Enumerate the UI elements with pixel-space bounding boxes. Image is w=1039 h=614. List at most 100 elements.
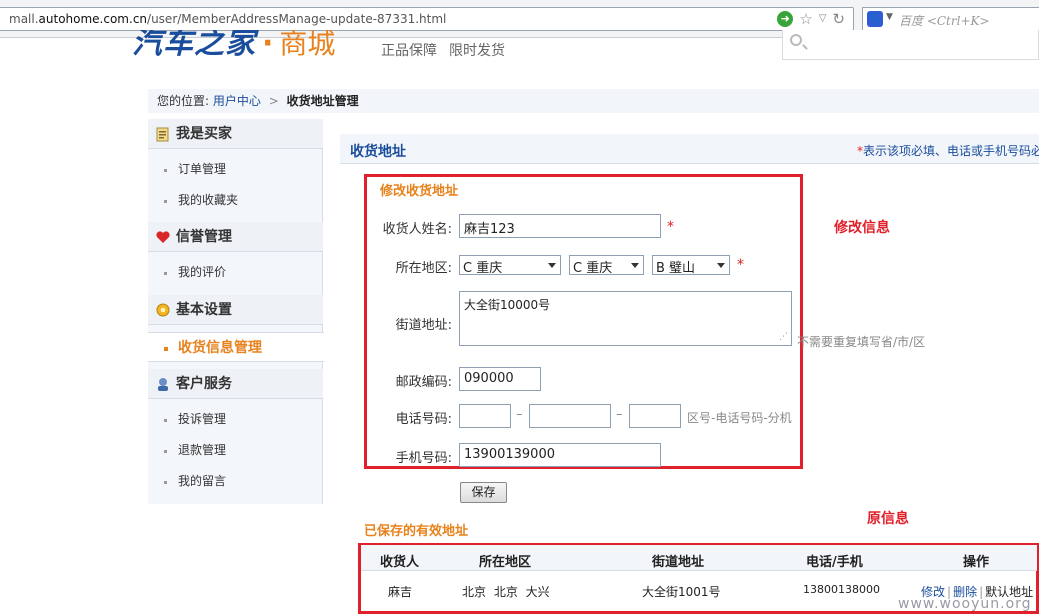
saved-section-title: 已保存的有效地址 [364, 524, 469, 539]
sidebar-item-refund[interactable]: 退款管理 [148, 435, 323, 466]
sidebar: 我是买家 订单管理 我的收藏夹 信誉管理 我的评价 基本设置 收货信息管理 客户… [148, 119, 324, 504]
url-prefix: mall. [9, 12, 39, 26]
sidebar-item-messages[interactable]: 我的留言 [148, 466, 323, 497]
clipboard-icon [156, 127, 169, 142]
sidebar-item-address[interactable]: 收货信息管理 [148, 332, 324, 362]
breadcrumb-prefix: 您的位置: [157, 94, 210, 108]
watermark: www.wooyun.org [898, 596, 1032, 612]
annotation-original: 原信息 [867, 511, 909, 527]
required-note-text: 表示该项必填、电话或手机号码必 [863, 144, 1039, 158]
chevron-down-icon [631, 263, 639, 268]
sidebar-group-credit-head[interactable]: 信誉管理 [148, 222, 323, 252]
go-icon[interactable]: ➜ [777, 11, 794, 27]
street-value: 大全街10000号 [464, 298, 551, 312]
sidebar-item-favorites[interactable]: 我的收藏夹 [148, 185, 323, 216]
customer-service-icon [158, 378, 168, 391]
url-icons: ➜ ☆ ▽ ↻ [777, 10, 845, 28]
row-region: 北京 北京 大兴 [462, 585, 550, 599]
address-bar[interactable]: mall.autohome.com.cn/user/MemberAddressM… [0, 7, 854, 31]
city-value: C 重庆 [573, 261, 613, 276]
browser-search[interactable]: 🐾 ▼ 百度 <Ctrl+K> [862, 7, 1039, 31]
province-value: C 重庆 [463, 261, 503, 276]
name-required-mark: * [667, 219, 674, 235]
column-header-region: 所在地区 [479, 555, 532, 570]
heart-icon [156, 231, 170, 243]
saved-table-header: 收货人 所在地区 街道地址 电话/手机 操作 [361, 545, 1037, 571]
city-select[interactable]: C 重庆 [569, 255, 644, 276]
breadcrumb: 您的位置: 用户中心 > 收货地址管理 [148, 89, 1039, 113]
region-label: 所在地区: [395, 261, 452, 276]
sidebar-item-orders[interactable]: 订单管理 [148, 154, 323, 185]
column-header-name: 收货人 [380, 555, 420, 570]
resize-grip-icon[interactable]: ⋰ [779, 332, 788, 342]
district-value: B 璧山 [656, 261, 696, 276]
search-placeholder: 百度 <Ctrl+K> [899, 14, 990, 28]
url-domain: autohome.com.cn [38, 12, 148, 26]
chevron-down-icon [717, 263, 725, 268]
sidebar-group-credit-label: 信誉管理 [176, 229, 232, 245]
street-hint: 不需要重复填写省/市/区 [797, 335, 926, 349]
sidebar-group-service-head[interactable]: 客户服务 [148, 369, 323, 399]
sidebar-group-buyer-label: 我是买家 [176, 126, 232, 142]
baidu-paw-icon[interactable]: 🐾 [867, 11, 883, 27]
name-label: 收货人姓名: [382, 222, 452, 237]
sidebar-group-credit: 信誉管理 我的评价 [148, 222, 323, 288]
sidebar-group-settings: 基本设置 [148, 295, 323, 325]
required-note: *表示该项必填、电话或手机号码必 [857, 142, 1039, 159]
sidebar-group-service: 客户服务 投诉管理 退款管理 我的留言 [148, 369, 323, 497]
phone-ext-input[interactable] [629, 404, 681, 428]
reload-icon[interactable]: ↻ [832, 10, 845, 28]
street-textarea[interactable]: 大全街10000号 ⋰ [459, 291, 792, 346]
breadcrumb-separator: > [268, 94, 279, 108]
url-path: /user/MemberAddressManage-update-87331.h… [147, 12, 447, 26]
column-header-actions: 操作 [963, 555, 990, 570]
sidebar-group-service-label: 客户服务 [176, 376, 232, 392]
column-header-street: 街道地址 [652, 555, 705, 570]
name-input[interactable]: 麻吉123 [459, 214, 661, 238]
engine-dropdown-icon[interactable]: ▼ [886, 12, 893, 22]
phone-dash: – [516, 407, 523, 422]
phone-area-input[interactable] [459, 404, 511, 428]
street-label: 街道地址: [395, 318, 452, 333]
breadcrumb-user-center-link[interactable]: 用户中心 [213, 94, 261, 108]
logo-sub-text: 商城 [279, 30, 336, 60]
sidebar-group-settings-head[interactable]: 基本设置 [148, 295, 323, 325]
phone-number-input[interactable] [529, 404, 611, 428]
site-logo[interactable]: 汽车之家 · 商城 [132, 30, 335, 70]
row-phone: 13800138000 [803, 583, 880, 596]
column-header-phone: 电话/手机 [806, 555, 863, 570]
gear-icon [156, 303, 170, 317]
sidebar-item-complaint[interactable]: 投诉管理 [148, 404, 323, 435]
chevron-down-icon [548, 263, 556, 268]
zip-label: 邮政编码: [395, 375, 452, 390]
mobile-label: 手机号码: [395, 451, 452, 466]
sidebar-group-buyer: 我是买家 订单管理 我的收藏夹 [148, 119, 323, 216]
site-search-input[interactable] [782, 30, 1039, 60]
row-street: 大全街1001号 [642, 585, 721, 599]
logo-dot: · [262, 30, 274, 61]
main-header: 收货地址 *表示该项必填、电话或手机号码必 [340, 134, 1039, 164]
annotation-modify: 修改信息 [834, 220, 890, 236]
slogan: 正品保障 限时发货 [381, 40, 517, 60]
sidebar-group-buyer-head[interactable]: 我是买家 [148, 119, 323, 149]
dropdown-icon[interactable]: ▽ [819, 10, 827, 28]
district-select[interactable]: B 璧山 [652, 255, 730, 276]
zip-input[interactable]: 090000 [459, 367, 541, 391]
search-icon [790, 34, 802, 46]
region-required-mark: * [737, 257, 744, 273]
mobile-input[interactable]: 13900139000 [459, 443, 661, 467]
slogan-shipping: 限时发货 [449, 43, 505, 59]
logo-main-text: 汽车之家 [132, 30, 256, 61]
save-button[interactable]: 保存 [460, 482, 507, 503]
page-title: 收货地址 [350, 144, 406, 160]
phone-dash: – [616, 407, 623, 422]
province-select[interactable]: C 重庆 [459, 255, 561, 276]
phone-hint: 区号-电话号码-分机 [687, 411, 792, 425]
breadcrumb-current: 收货地址管理 [286, 94, 359, 108]
sidebar-item-reviews[interactable]: 我的评价 [148, 257, 323, 288]
bookmark-star-icon[interactable]: ☆ [799, 10, 812, 28]
slogan-genuine: 正品保障 [381, 43, 437, 59]
sidebar-group-settings-label: 基本设置 [176, 302, 232, 318]
url-text[interactable]: mall.autohome.com.cn/user/MemberAddressM… [9, 12, 446, 26]
row-name: 麻吉 [388, 585, 413, 599]
